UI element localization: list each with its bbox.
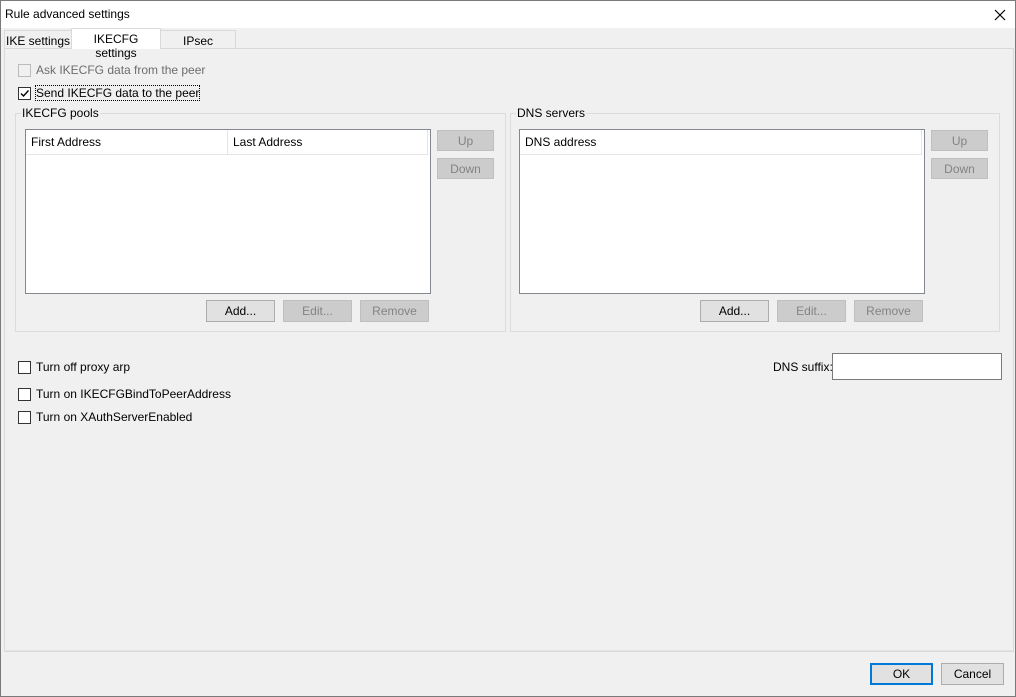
dns-servers-title: DNS servers xyxy=(516,106,587,120)
tab-ike-settings[interactable]: IKE settings xyxy=(4,30,72,48)
pools-edit-button[interactable]: Edit... xyxy=(283,300,352,322)
close-button[interactable] xyxy=(985,1,1015,28)
xauth-checkbox[interactable] xyxy=(18,410,31,424)
ask-ikecfg-label: Ask IKECFG data from the peer xyxy=(36,63,206,77)
tab-ipsec-settings[interactable]: IPsec settings xyxy=(160,30,236,62)
xauth-option[interactable]: Turn on XAuthServerEnabled xyxy=(18,410,192,424)
ask-ikecfg-option[interactable]: Ask IKECFG data from the peer xyxy=(18,63,205,77)
dns-suffix-input[interactable] xyxy=(832,353,1002,380)
close-icon xyxy=(994,9,1006,20)
send-ikecfg-checkbox[interactable] xyxy=(18,86,31,100)
cancel-button[interactable]: Cancel xyxy=(941,663,1004,685)
bind-peer-option[interactable]: Turn on IKECFGBindToPeerAddress xyxy=(18,387,231,401)
pools-up-button[interactable]: Up xyxy=(437,130,494,151)
pools-list-header: First Address Last Address xyxy=(26,130,428,155)
title-bar: Rule advanced settings xyxy=(1,1,1015,28)
dns-up-button[interactable]: Up xyxy=(931,130,988,151)
column-dns-address[interactable]: DNS address xyxy=(520,130,922,154)
footer-divider xyxy=(4,650,1012,651)
pools-remove-button[interactable]: Remove xyxy=(360,300,429,322)
bind-peer-checkbox[interactable] xyxy=(18,387,31,401)
ask-ikecfg-checkbox[interactable] xyxy=(18,63,31,77)
dns-edit-button[interactable]: Edit... xyxy=(777,300,846,322)
send-ikecfg-label: Send IKECFG data to the peer xyxy=(34,85,201,101)
xauth-label: Turn on XAuthServerEnabled xyxy=(36,410,193,424)
column-first-address[interactable]: First Address xyxy=(26,130,228,154)
dns-add-button[interactable]: Add... xyxy=(700,300,769,322)
dns-servers-list[interactable]: DNS address xyxy=(519,129,925,294)
ikecfg-pools-title: IKECFG pools xyxy=(21,106,100,120)
window-title: Rule advanced settings xyxy=(5,7,130,21)
dns-list-header: DNS address xyxy=(520,130,922,155)
dns-suffix-label: DNS suffix: xyxy=(773,360,833,374)
pools-down-button[interactable]: Down xyxy=(437,158,494,179)
tab-label: IKE settings xyxy=(5,34,71,48)
proxy-arp-label: Turn off proxy arp xyxy=(36,360,131,374)
proxy-arp-option[interactable]: Turn off proxy arp xyxy=(18,360,130,374)
column-last-address[interactable]: Last Address xyxy=(228,130,428,154)
tab-ikecfg-settings[interactable]: IKECFG settings xyxy=(71,28,161,60)
checkmark-icon xyxy=(20,89,30,97)
pools-add-button[interactable]: Add... xyxy=(206,300,275,322)
ikecfg-pools-list[interactable]: First Address Last Address xyxy=(25,129,431,294)
dns-down-button[interactable]: Down xyxy=(931,158,988,179)
bind-peer-label: Turn on IKECFGBindToPeerAddress xyxy=(36,387,231,401)
tab-label: IKECFG settings xyxy=(93,32,139,60)
dialog-window: Rule advanced settings IKE settings IKEC… xyxy=(0,0,1016,697)
send-ikecfg-option[interactable]: Send IKECFG data to the peer xyxy=(18,85,201,101)
proxy-arp-checkbox[interactable] xyxy=(18,360,31,374)
ok-button[interactable]: OK xyxy=(870,663,933,685)
dns-remove-button[interactable]: Remove xyxy=(854,300,923,322)
